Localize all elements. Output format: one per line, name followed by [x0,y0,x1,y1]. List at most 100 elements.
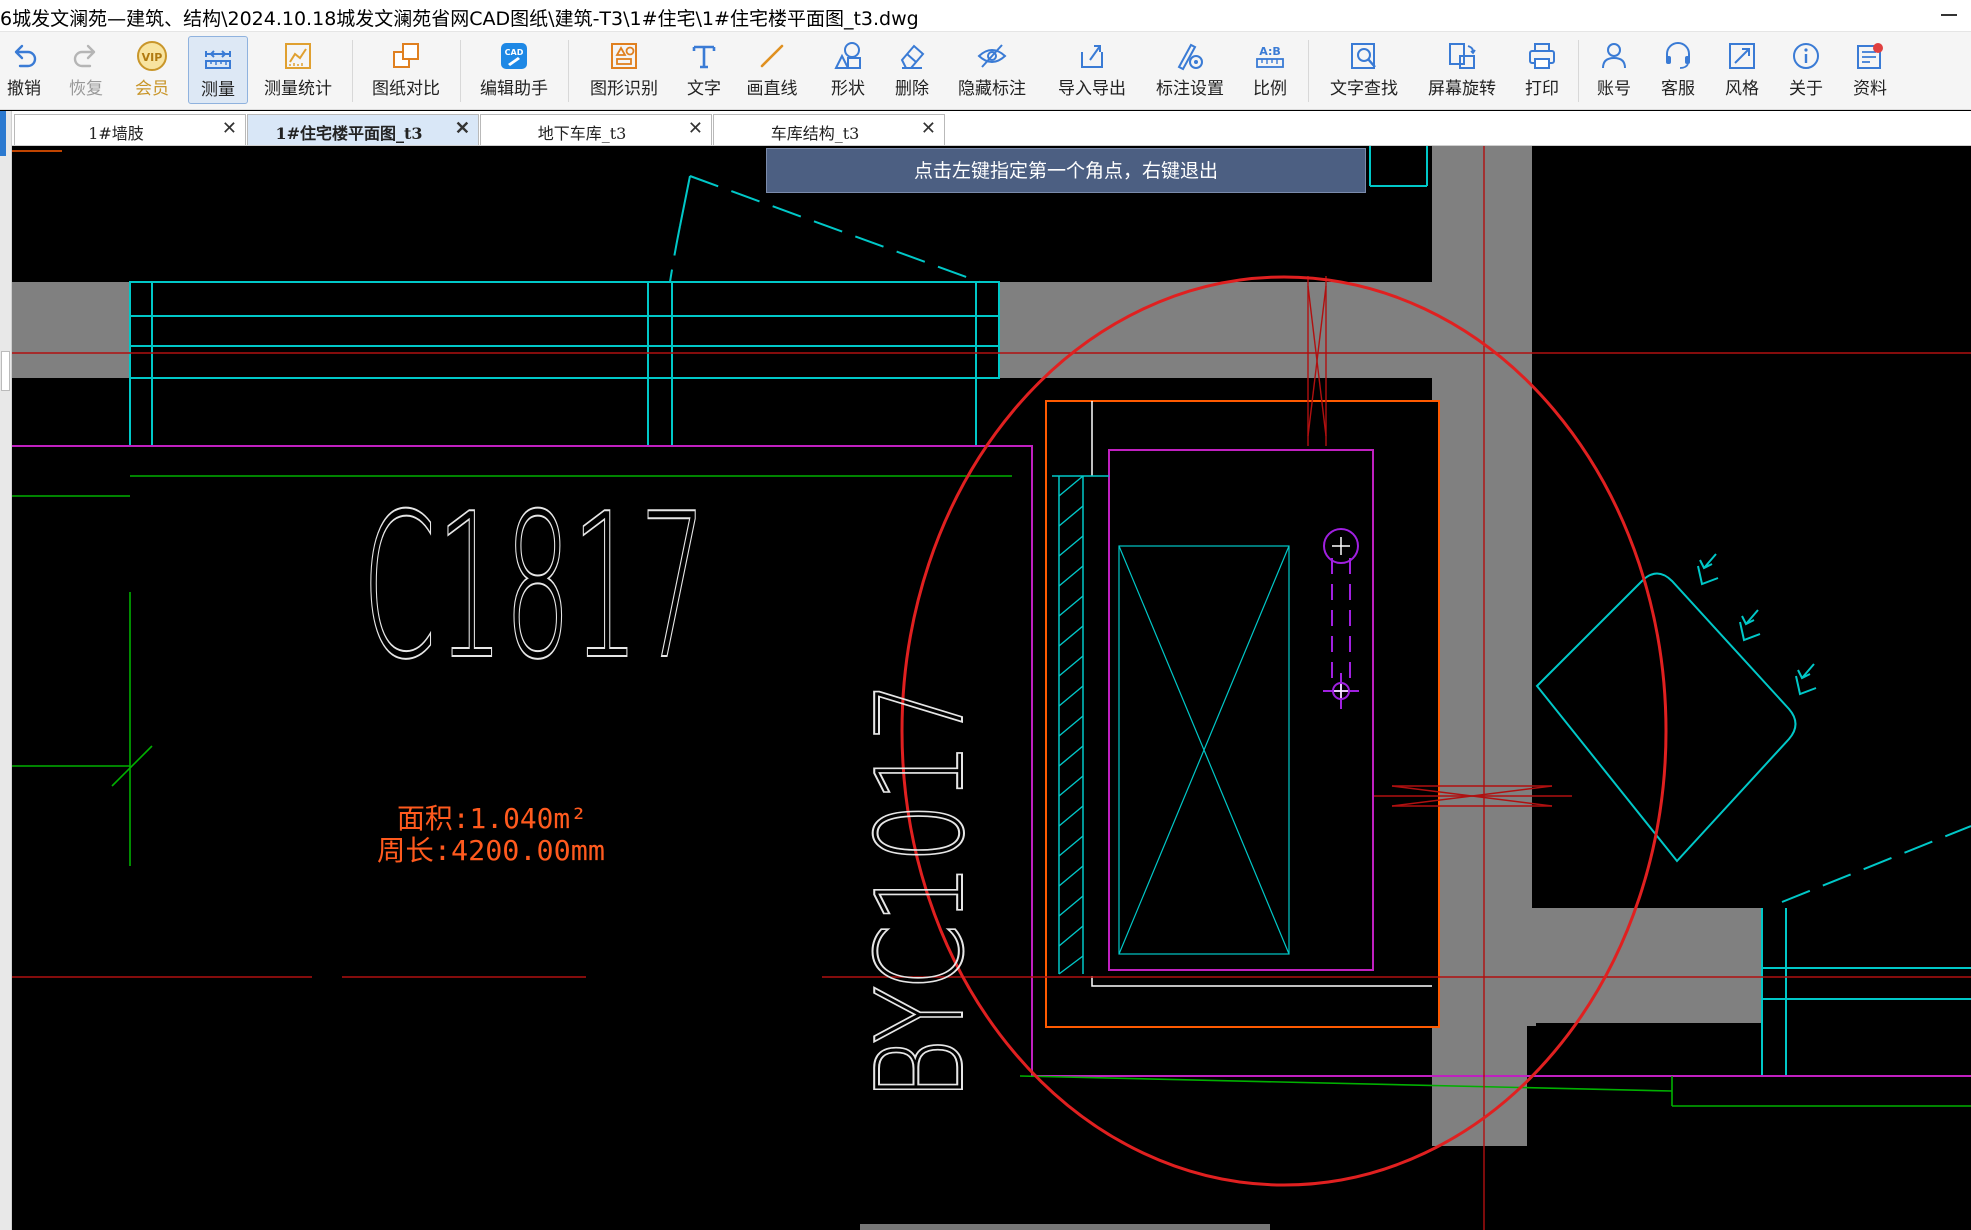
vip-icon-text: VIP [142,51,163,64]
outer-space [1532,146,1971,908]
command-hint: 点击左键指定第一个角点，右键退出 [766,148,1366,193]
toolbar-separator [352,40,353,102]
annotation-settings-button[interactable]: 标注设置 [1148,36,1232,104]
window-title: 6城发文澜苑—建筑、结构\2024.10.18城发文澜苑省网CAD图纸\建筑-T… [0,8,919,30]
print-icon [1529,43,1555,69]
cad-drawing[interactable]: C1817 BYC1017 面积:1.040m² 周长:4200.00mm [12,146,1971,1230]
shape-recognize-label: 图形识别 [590,79,658,99]
annotation-settings-icon [1177,43,1203,71]
documents-icon [1857,43,1883,69]
documents-button[interactable]: 资料 [1846,36,1894,104]
edit-assistant-icon: CAD [501,43,527,69]
customer-service-button[interactable]: 客服 [1654,36,1702,104]
vip-label: 会员 [135,79,169,99]
about-label: 关于 [1789,79,1823,99]
draw-line-label: 画直线 [746,79,798,99]
scale-label: 比例 [1253,79,1287,99]
tab-label: 地下车库_t3 [537,124,627,143]
account-label: 账号 [1597,79,1631,99]
print-label: 打印 [1525,79,1559,99]
line-icon [760,44,784,68]
delete-label: 删除 [895,79,929,99]
import-export-label: 导入导出 [1058,79,1126,99]
measure-icon [205,50,231,69]
toolbar-separator [568,40,569,102]
delete-button[interactable]: 删除 [888,36,936,104]
undo-button[interactable]: 撤销 [2,36,46,104]
measure-button[interactable]: 测量 [188,36,248,104]
redo-button[interactable]: 恢复 [64,36,108,104]
hide-annotation-button[interactable]: 隐藏标注 [952,36,1032,104]
shape-button[interactable]: 形状 [824,36,872,104]
account-button[interactable]: 账号 [1590,36,1638,104]
about-button[interactable]: 关于 [1782,36,1830,104]
annotation-settings-label: 标注设置 [1156,79,1224,99]
headset-icon [1666,42,1690,69]
tab-label: 车库结构_t3 [770,124,860,143]
tab-residential-plan[interactable]: 1#住宅楼平面图_t3 ✕ [247,114,479,145]
toolbar-separator [1578,40,1579,102]
horizontal-scrollbar[interactable] [860,1224,1270,1230]
rotate-screen-button[interactable]: 屏幕旋转 [1420,36,1504,104]
shape-icon [834,42,861,69]
document-tabs: 1#墙肢 ✕ 1#住宅楼平面图_t3 ✕ 地下车库_t3 ✕ 车库结构_t3 ✕ [0,111,1971,146]
title-bar: 6城发文澜苑—建筑、结构\2024.10.18城发文澜苑省网CAD图纸\建筑-T… [0,0,1971,32]
tab-close-icon[interactable]: ✕ [921,118,936,139]
eraser-icon [900,44,925,69]
tab-close-icon[interactable]: ✕ [222,118,237,139]
measure-stats-icon [285,43,311,69]
vip-button[interactable]: VIP 会员 [128,36,176,104]
hide-annotation-label: 隐藏标注 [958,79,1026,99]
window-tag-byc1017: BYC1017 [852,681,991,1101]
text-search-button[interactable]: 文字查找 [1322,36,1406,104]
toolbar-separator [460,40,461,102]
tab-underground-garage[interactable]: 地下车库_t3 ✕ [480,114,712,145]
area-readout: 面积:1.040m² [397,802,587,835]
text-icon [692,45,716,69]
draw-line-button[interactable]: 画直线 [740,36,804,104]
room-interior [1041,401,1439,1027]
shape-recognize-icon [611,43,637,69]
scale-icon: A:B [1256,45,1284,68]
window-tag-c1817: C1817 [362,471,707,704]
scale-button[interactable]: A:B 比例 [1246,36,1294,104]
text-search-label: 文字查找 [1330,79,1398,99]
documents-label: 资料 [1853,79,1887,99]
import-export-icon [1081,45,1103,68]
print-button[interactable]: 打印 [1518,36,1566,104]
redo-label: 恢复 [69,79,103,99]
panel-indicator [0,111,6,156]
rotate-screen-label: 屏幕旋转 [1428,79,1496,99]
undo-icon [14,44,37,68]
import-export-button[interactable]: 导入导出 [1050,36,1134,104]
account-icon [1602,43,1626,69]
main-toolbar: 撤销 恢复 VIP 会员 测量 测量统计 图纸对比 CAD 编辑助手 图形识别 … [0,32,1971,110]
text-button[interactable]: 文字 [680,36,728,104]
perimeter-readout: 周长:4200.00mm [377,834,605,867]
undo-label: 撤销 [7,79,41,99]
info-icon [1793,43,1819,69]
minimize-button[interactable] [1941,14,1957,16]
tab-close-icon[interactable]: ✕ [688,118,703,139]
rotate-screen-icon [1449,43,1476,69]
tab-close-icon[interactable]: ✕ [455,118,470,139]
tab-label: 1#墙肢 [88,124,144,143]
text-search-icon [1351,43,1376,69]
compare-button[interactable]: 图纸对比 [366,36,446,104]
shape-recognize-button[interactable]: 图形识别 [582,36,666,104]
style-label: 风格 [1725,79,1759,99]
measure-stats-button[interactable]: 测量统计 [256,36,340,104]
hide-annotation-icon [977,44,1007,68]
measure-label: 测量 [201,80,235,100]
edit-assistant-icon-text: CAD [505,48,524,57]
tab-label: 1#住宅楼平面图_t3 [275,124,423,143]
edit-assistant-button[interactable]: CAD 编辑助手 [474,36,554,104]
panel-toggle-button[interactable] [1,351,10,391]
text-label: 文字 [687,79,721,99]
tab-garage-structure[interactable]: 车库结构_t3 ✕ [713,114,945,145]
measure-stats-label: 测量统计 [264,79,332,99]
vip-icon: VIP [137,41,167,71]
style-button[interactable]: 风格 [1718,36,1766,104]
tab-wall-limb[interactable]: 1#墙肢 ✕ [14,114,246,145]
cad-canvas[interactable]: C1817 BYC1017 面积:1.040m² 周长:4200.00mm [12,146,1971,1230]
